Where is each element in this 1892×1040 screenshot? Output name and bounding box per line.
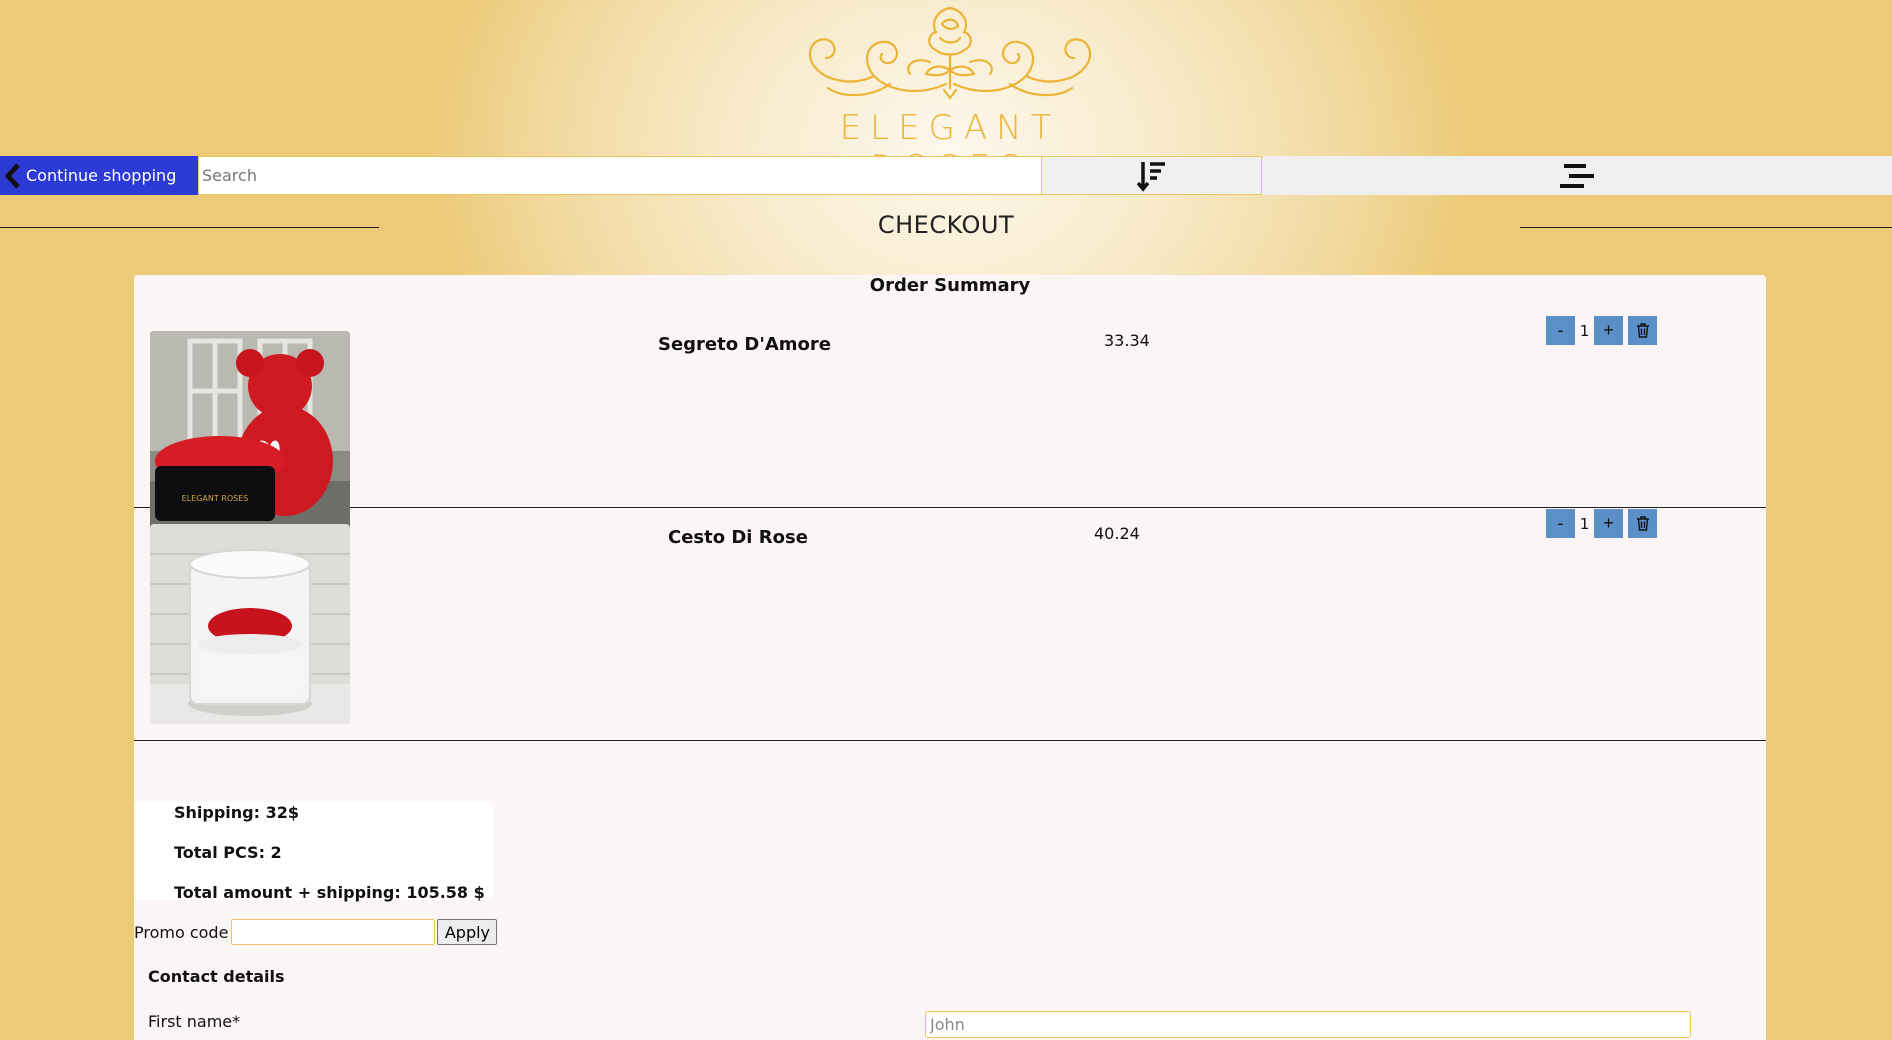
quantity-stepper: - 1 +	[1546, 316, 1657, 345]
chevron-left-icon	[0, 156, 26, 195]
toolbar: Continue shopping	[0, 156, 1892, 195]
page-title: CHECKOUT	[877, 211, 1015, 239]
trash-icon	[1636, 516, 1649, 531]
order-totals: Shipping: 32$ Total PCS: 2 Total amount …	[134, 802, 494, 902]
item-price: 33.34	[1104, 331, 1150, 350]
delete-item-button[interactable]	[1628, 509, 1657, 538]
sort-descending-icon	[1136, 161, 1165, 192]
shipping-cost: Shipping: 32$	[174, 803, 299, 822]
search-input[interactable]	[198, 156, 1041, 195]
total-amount: Total amount + shipping: 105.58 $	[174, 883, 485, 902]
cart-item: Cesto Di Rose 40.24 - 1 +	[134, 508, 1766, 741]
increase-quantity-button[interactable]: +	[1594, 509, 1623, 538]
promo-code-label: Promo code	[134, 922, 229, 942]
menu-button[interactable]	[1262, 156, 1892, 195]
quantity-value: 1	[1579, 514, 1590, 533]
increase-quantity-button[interactable]: +	[1594, 316, 1623, 345]
first-name-label: First name*	[148, 1012, 241, 1031]
sort-button[interactable]	[1041, 156, 1262, 195]
svg-text:ELEGANT ROSES: ELEGANT ROSES	[182, 494, 249, 503]
menu-icon	[1560, 163, 1594, 188]
first-name-field[interactable]	[925, 1011, 1691, 1038]
item-name: Segreto D'Amore	[658, 334, 831, 355]
promo-code-input[interactable]	[231, 919, 436, 945]
continue-shopping-label: Continue shopping	[26, 166, 177, 185]
brand-logo[interactable]: ELEGANT ROSES	[770, 0, 1130, 188]
product-image[interactable]: ELEGANT ROSES	[150, 331, 350, 531]
quantity-stepper: - 1 +	[1546, 509, 1657, 538]
continue-shopping-button[interactable]: Continue shopping	[0, 156, 198, 195]
promo-code-row: Promo code Apply	[134, 919, 498, 945]
item-name: Cesto Di Rose	[668, 527, 808, 548]
contact-details-title: Contact details	[148, 967, 285, 986]
total-pcs: Total PCS: 2	[174, 843, 282, 862]
apply-promo-button[interactable]: Apply	[437, 919, 498, 945]
quantity-value: 1	[1579, 321, 1590, 340]
order-card: Order Summary ELEGANT ROSES Segreto D'Am…	[134, 275, 1766, 1040]
delete-item-button[interactable]	[1628, 316, 1657, 345]
item-price: 40.24	[1094, 524, 1140, 543]
decrease-quantity-button[interactable]: -	[1546, 316, 1575, 345]
rose-logo-icon	[808, 6, 1092, 100]
decrease-quantity-button[interactable]: -	[1546, 509, 1575, 538]
cart-item: ELEGANT ROSES Segreto D'Amore 33.34 - 1 …	[134, 275, 1766, 531]
trash-icon	[1636, 323, 1649, 338]
product-image[interactable]	[150, 524, 350, 724]
